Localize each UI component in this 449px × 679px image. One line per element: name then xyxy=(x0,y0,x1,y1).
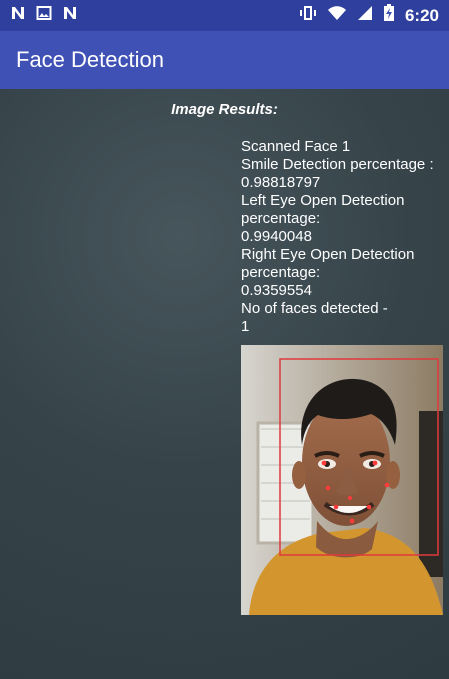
result-line: 1 xyxy=(241,318,250,335)
result-line: Left Eye Open Detection xyxy=(241,192,405,209)
app-bar: Face Detection xyxy=(0,31,449,89)
face-photo-illustration xyxy=(241,345,443,615)
content-area: Image Results: Scanned Face 1 Smile Dete… xyxy=(0,89,449,679)
status-system-icons: 6:20 xyxy=(299,4,439,27)
status-time: 6:20 xyxy=(404,5,439,25)
results-text: Scanned Face 1 Smile Detection percentag… xyxy=(241,138,446,336)
result-line: No of faces detected - xyxy=(241,300,388,317)
status-bar: 6:20 xyxy=(0,0,449,31)
detected-face-image xyxy=(241,345,443,615)
result-line: Smile Detection percentage : xyxy=(241,156,434,173)
result-line: 0.9359554 xyxy=(241,282,312,299)
result-line: Scanned Face 1 xyxy=(241,138,351,155)
status-notification-icons xyxy=(10,5,78,26)
n-icon xyxy=(10,5,26,26)
battery-charging-icon xyxy=(383,4,395,27)
results-heading: Image Results: xyxy=(171,101,278,118)
result-line: percentage: xyxy=(241,264,321,281)
result-line: 0.98818797 xyxy=(241,174,321,191)
signal-icon xyxy=(357,5,373,26)
result-line: percentage: xyxy=(241,210,321,227)
result-line: 0.9940048 xyxy=(241,228,312,245)
app-title: Face Detection xyxy=(16,47,164,72)
wifi-icon xyxy=(327,5,347,26)
vibrate-icon xyxy=(299,5,317,26)
image-icon xyxy=(36,5,52,26)
result-line: Right Eye Open Detection xyxy=(241,246,415,263)
n-icon xyxy=(62,5,78,26)
